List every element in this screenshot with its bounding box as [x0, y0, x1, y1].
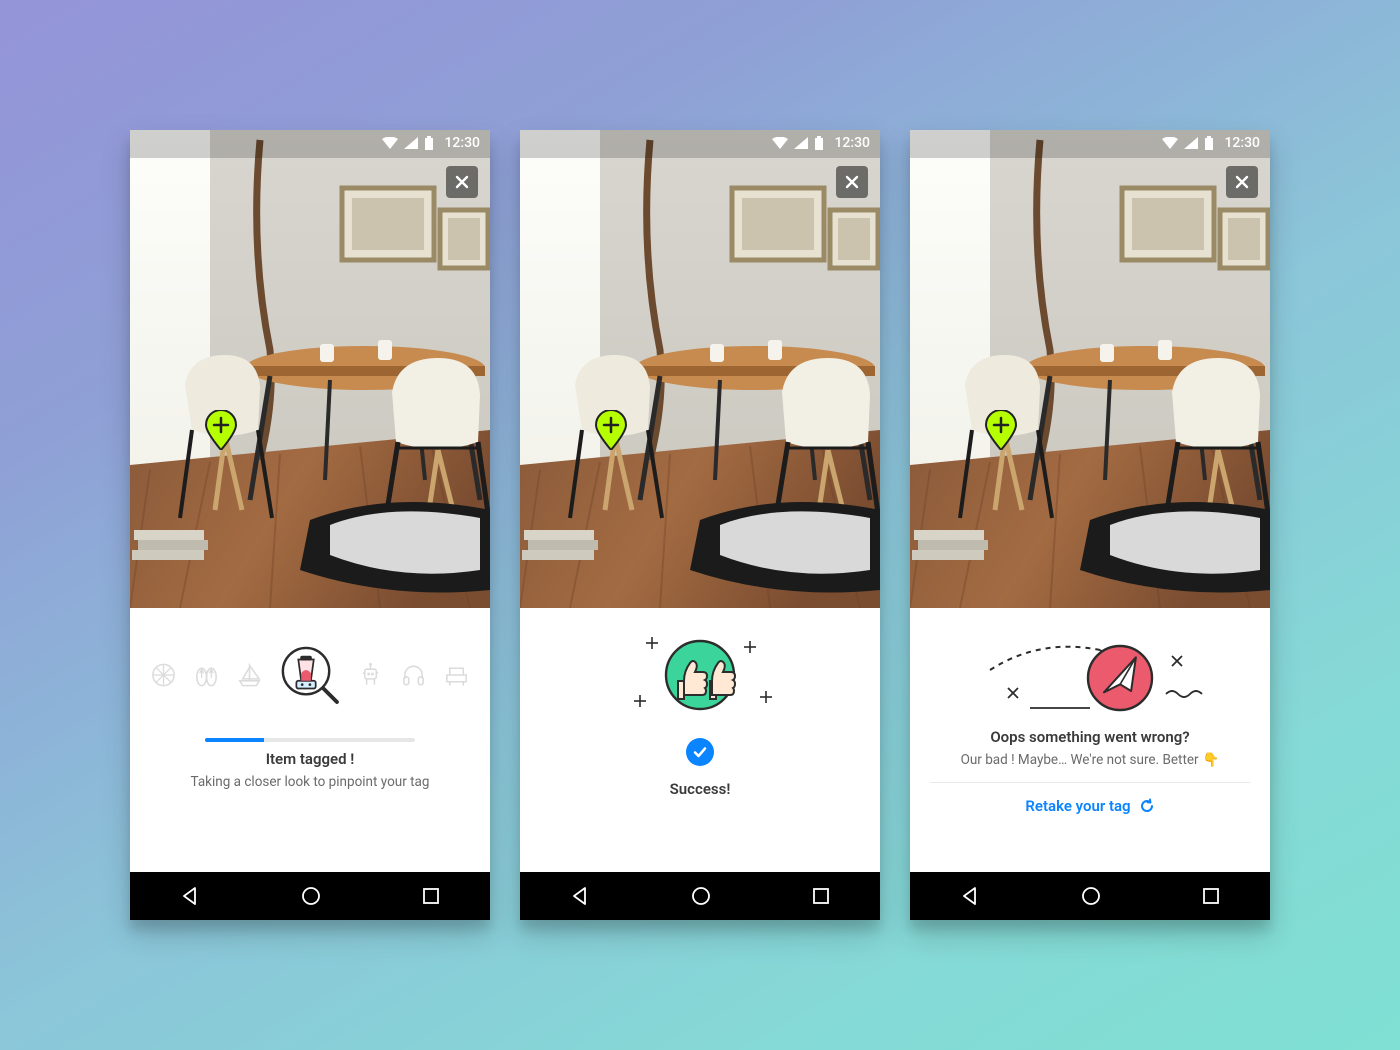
error-title: Oops something went wrong?	[990, 728, 1189, 746]
close-icon	[1234, 174, 1250, 190]
wifi-icon	[1162, 137, 1178, 149]
error-subtitle: Our bad ! Maybe… We're not sure. Better …	[961, 752, 1220, 768]
tag-pin[interactable]	[204, 410, 238, 450]
status-time: 12:30	[444, 135, 480, 151]
tag-pin-icon	[594, 410, 628, 450]
photo-viewport	[910, 130, 1270, 608]
status-bar: 12:30	[520, 130, 880, 156]
headphones-icon	[400, 661, 427, 689]
tag-pin-icon	[984, 410, 1018, 450]
refresh-icon	[1139, 798, 1155, 814]
nav-home-button[interactable]	[690, 885, 712, 907]
wifi-icon	[382, 137, 398, 149]
close-button[interactable]	[836, 166, 868, 198]
nav-recent-button[interactable]	[421, 886, 441, 906]
tag-pin[interactable]	[594, 410, 628, 450]
success-check-badge	[686, 738, 714, 766]
signal-icon	[404, 137, 418, 149]
progress-bar-fill	[205, 738, 264, 742]
battery-icon	[1204, 136, 1214, 150]
close-icon	[454, 174, 470, 190]
error-illustration	[930, 630, 1250, 720]
photo-viewport	[520, 130, 880, 608]
room-photo	[130, 130, 490, 608]
battery-icon	[424, 136, 434, 150]
tag-pin[interactable]	[984, 410, 1018, 450]
loading-panel: Item tagged ! Taking a closer look to pi…	[130, 608, 490, 872]
retake-label: Retake your tag	[1025, 797, 1130, 815]
signal-icon	[794, 137, 808, 149]
error-panel: Oops something went wrong? Our bad ! May…	[910, 608, 1270, 872]
check-icon	[692, 744, 708, 760]
loading-subtitle: Taking a closer look to pinpoint your ta…	[191, 774, 430, 790]
tag-pin-icon	[204, 410, 238, 450]
point-down-emoji-icon: 👇	[1203, 752, 1220, 768]
success-illustration	[540, 630, 860, 720]
status-time: 12:30	[834, 135, 870, 151]
nav-home-button[interactable]	[1080, 885, 1102, 907]
loading-title: Item tagged !	[266, 750, 355, 768]
armchair-icon	[443, 661, 470, 689]
progress-bar	[205, 738, 415, 742]
status-time: 12:30	[1224, 135, 1260, 151]
status-bar: 12:30	[130, 130, 490, 156]
nav-back-button[interactable]	[179, 885, 201, 907]
close-button[interactable]	[1226, 166, 1258, 198]
nav-home-button[interactable]	[300, 885, 322, 907]
robot-icon	[357, 661, 384, 689]
room-photo	[520, 130, 880, 608]
nav-recent-button[interactable]	[1201, 886, 1221, 906]
success-panel: Success!	[520, 608, 880, 872]
room-photo	[910, 130, 1270, 608]
sailboat-icon	[236, 661, 263, 689]
nav-recent-button[interactable]	[811, 886, 831, 906]
close-button[interactable]	[446, 166, 478, 198]
android-navbar	[130, 872, 490, 920]
retake-button[interactable]: Retake your tag	[930, 782, 1250, 815]
close-icon	[844, 174, 860, 190]
magnifier-blender-icon	[279, 643, 341, 707]
status-bar: 12:30	[910, 130, 1270, 156]
basketball-icon	[150, 661, 177, 689]
success-title: Success!	[670, 780, 731, 798]
category-icon-row	[150, 630, 470, 720]
thumbs-up-icon	[600, 625, 800, 725]
phone-screen-loading: 12:30	[130, 130, 490, 920]
android-navbar	[910, 872, 1270, 920]
error-subtitle-text: Our bad ! Maybe… We're not sure. Better	[961, 752, 1199, 768]
phone-screen-error: 12:30	[910, 130, 1270, 920]
battery-icon	[814, 136, 824, 150]
phone-screen-success: 12:30	[520, 130, 880, 920]
photo-viewport	[130, 130, 490, 608]
nav-back-button[interactable]	[569, 885, 591, 907]
paper-plane-crashed-icon	[960, 630, 1220, 720]
android-navbar	[520, 872, 880, 920]
nav-back-button[interactable]	[959, 885, 981, 907]
wifi-icon	[772, 137, 788, 149]
sandals-icon	[193, 661, 220, 689]
signal-icon	[1184, 137, 1198, 149]
